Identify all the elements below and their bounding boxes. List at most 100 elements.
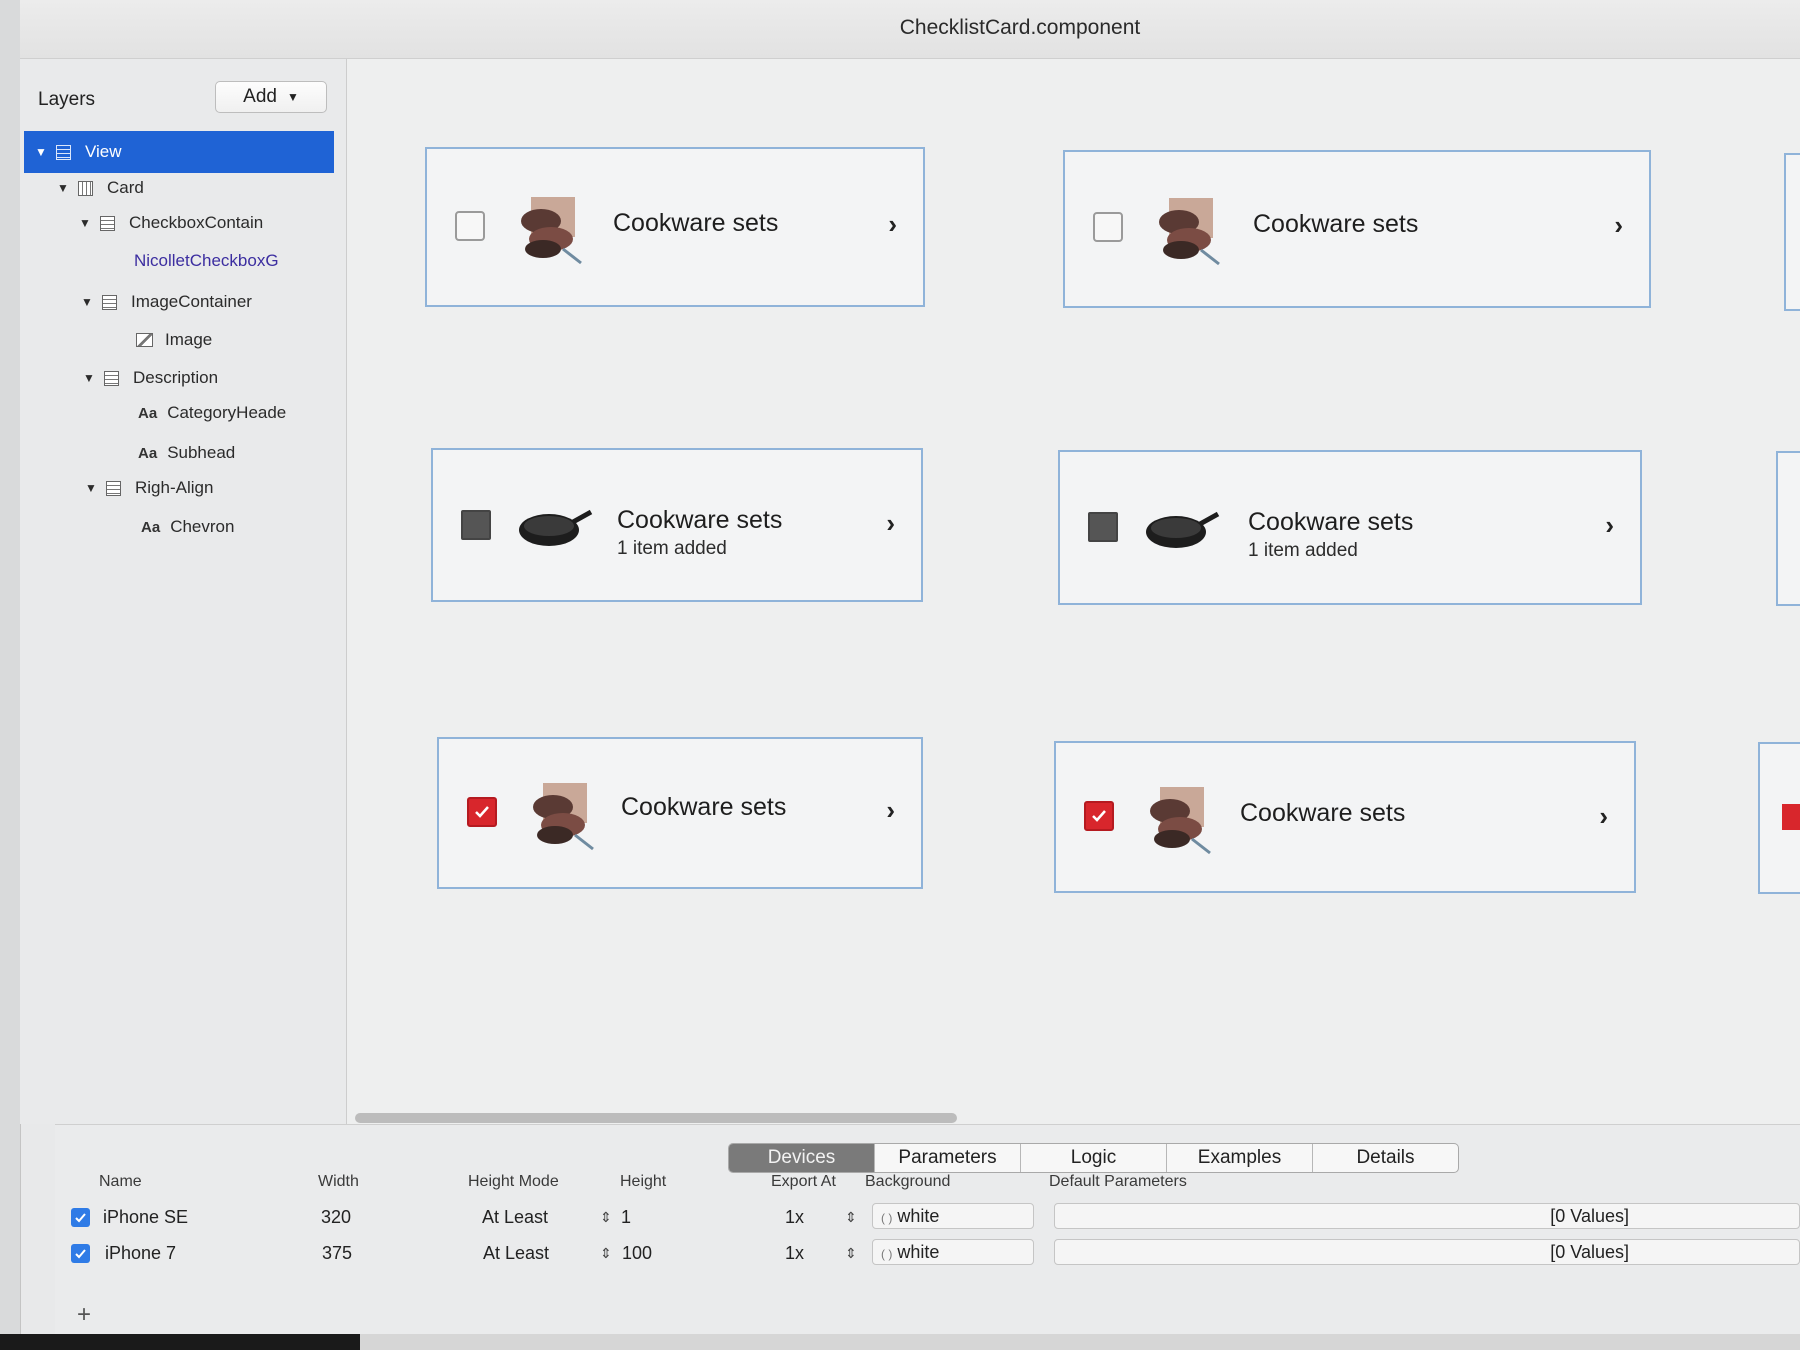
checklist-card-offscreen[interactable] (1784, 153, 1800, 311)
default-parameters-field[interactable]: [0 Values] (1054, 1203, 1800, 1229)
device-height[interactable]: 100 (622, 1243, 652, 1264)
card-subhead: 1 item added (1248, 540, 1358, 561)
layer-row-checkboxcontain[interactable]: ▼ CheckboxContain (24, 202, 378, 244)
column-header-export-at: Export At (771, 1173, 836, 1190)
device-height-mode[interactable]: At Least (482, 1207, 548, 1228)
cookware-set-image (533, 783, 594, 851)
background-color-field[interactable]: ( ) white (872, 1239, 1034, 1265)
layer-row-imagecontainer[interactable]: ▼ ImageContainer (24, 281, 380, 323)
disclosure-triangle-icon[interactable]: ▼ (84, 481, 98, 495)
panel-tabs: Devices Parameters Logic Examples Detail… (728, 1143, 1459, 1173)
disclosure-triangle-icon[interactable]: ▼ (34, 145, 48, 159)
layer-label: View (85, 142, 122, 161)
stack-layout-icon (104, 370, 119, 386)
device-export-at[interactable]: 1x (785, 1207, 804, 1228)
disclosure-triangle-icon[interactable]: ▼ (82, 371, 96, 385)
tab-devices[interactable]: Devices (729, 1144, 875, 1172)
checklist-card[interactable]: Cookware sets › (437, 737, 923, 889)
window-titlebar: ChecklistCard.component (20, 0, 1800, 59)
card-title: Cookware sets (617, 506, 783, 534)
stack-layout-icon (100, 215, 115, 231)
layer-label: Subhead (167, 443, 236, 462)
tab-logic[interactable]: Logic (1021, 1144, 1167, 1172)
screen-bezel (0, 1334, 1800, 1350)
stack-layout-icon (106, 480, 121, 496)
chevron-right-icon: › (888, 209, 897, 239)
checklist-card[interactable]: Cookware sets › (1054, 741, 1636, 893)
layers-sidebar: Layers Add ▼ ▼ View ▼ Card ▼ CheckboxCon… (20, 59, 347, 1124)
column-header-height: Height (620, 1173, 667, 1190)
card-title: Cookware sets (621, 793, 787, 821)
color-swatch-icon: ( ) (881, 1247, 893, 1261)
chevron-right-icon: › (886, 795, 895, 825)
device-export-at[interactable]: 1x (785, 1243, 804, 1264)
checkbox-checked[interactable] (1084, 801, 1114, 831)
checkbox-partial[interactable] (461, 510, 491, 540)
checkbox-unchecked[interactable] (1093, 212, 1123, 242)
checklist-card-offscreen[interactable] (1758, 742, 1800, 894)
stack-layout-icon (56, 144, 71, 160)
disclosure-triangle-icon[interactable]: ▼ (78, 216, 92, 230)
layer-label: Description (133, 368, 219, 387)
checklist-card-offscreen[interactable] (1776, 451, 1800, 606)
card-subhead: 1 item added (617, 538, 727, 559)
stepper-icon[interactable]: ⇕ (600, 1209, 612, 1226)
layer-label: Righ-Align (135, 478, 214, 497)
background-color-field[interactable]: ( ) white (872, 1203, 1034, 1229)
checklist-card[interactable]: Cookware sets › (1063, 150, 1651, 308)
checkmark-icon (1092, 810, 1106, 822)
color-swatch-icon: ( ) (881, 1211, 893, 1225)
stepper-icon[interactable]: ⇕ (845, 1209, 857, 1226)
checkbox-partial[interactable] (1088, 512, 1118, 542)
column-header-height-mode: Height Mode (468, 1173, 559, 1190)
screen-bezel-light (360, 1334, 1800, 1350)
chevron-down-icon: ▼ (286, 90, 299, 104)
table-row[interactable]: iPhone SE 320 At Least ⇕ 1 1x ⇕ ( ) whit… (55, 1201, 1800, 1237)
background-value: white (897, 1242, 940, 1262)
device-enabled-checkbox[interactable] (71, 1208, 90, 1227)
device-enabled-checkbox[interactable] (71, 1244, 90, 1263)
disclosure-triangle-icon[interactable]: ▼ (56, 181, 70, 195)
cookware-set-image (1159, 198, 1220, 266)
horizontal-scrollbar[interactable] (355, 1113, 957, 1123)
checkmark-icon (75, 1213, 86, 1223)
card-title: Cookware sets (1240, 799, 1406, 827)
add-device-button[interactable]: + (77, 1301, 91, 1329)
stepper-icon[interactable]: ⇕ (845, 1245, 857, 1262)
stepper-icon[interactable]: ⇕ (600, 1245, 612, 1262)
tab-examples[interactable]: Examples (1167, 1144, 1313, 1172)
checkbox-unchecked[interactable] (455, 211, 485, 241)
device-width[interactable]: 320 (321, 1207, 351, 1228)
checkbox-checked[interactable] (1782, 804, 1800, 830)
layer-row-righ-align[interactable]: ▼ Righ-Align (24, 467, 384, 509)
device-height[interactable]: 1 (621, 1207, 631, 1228)
column-header-name: Name (99, 1173, 142, 1190)
checklist-card[interactable]: Cookware sets › (425, 147, 925, 307)
layer-label: Card (107, 178, 144, 197)
text-icon: Aa (138, 444, 158, 462)
chevron-right-icon: › (886, 508, 895, 538)
window-edge (0, 0, 21, 1350)
default-parameters-field[interactable]: [0 Values] (1054, 1239, 1800, 1265)
checkbox-checked[interactable] (467, 797, 497, 827)
component-canvas[interactable]: Cookware sets › Cookware sets › Cookware… (347, 59, 1800, 1124)
device-height-mode[interactable]: At Least (483, 1243, 549, 1264)
tab-parameters[interactable]: Parameters (875, 1144, 1021, 1172)
table-row[interactable]: iPhone 7 375 At Least ⇕ 100 1x ⇕ ( ) whi… (55, 1237, 1800, 1273)
disclosure-triangle-icon[interactable]: ▼ (80, 295, 94, 309)
checklist-card[interactable]: Cookware sets 1 item added › (1058, 450, 1642, 605)
default-parameters-value: [0 Values] (1550, 1242, 1629, 1262)
layer-label: NicolletCheckboxG (134, 251, 279, 270)
column-header-default-parameters: Default Parameters (1049, 1173, 1187, 1190)
card-title: Cookware sets (613, 209, 779, 237)
column-header-width: Width (318, 1173, 359, 1190)
device-width[interactable]: 375 (322, 1243, 352, 1264)
tab-details[interactable]: Details (1313, 1144, 1458, 1172)
cookware-set-image (521, 197, 582, 265)
text-icon: Aa (141, 518, 161, 536)
chevron-right-icon: › (1599, 801, 1608, 831)
checklist-card[interactable]: Cookware sets 1 item added › (431, 448, 923, 602)
add-layer-button[interactable]: Add ▼ (215, 81, 327, 113)
layers-header: Layers (38, 89, 96, 110)
layer-label: ImageContainer (131, 292, 252, 311)
